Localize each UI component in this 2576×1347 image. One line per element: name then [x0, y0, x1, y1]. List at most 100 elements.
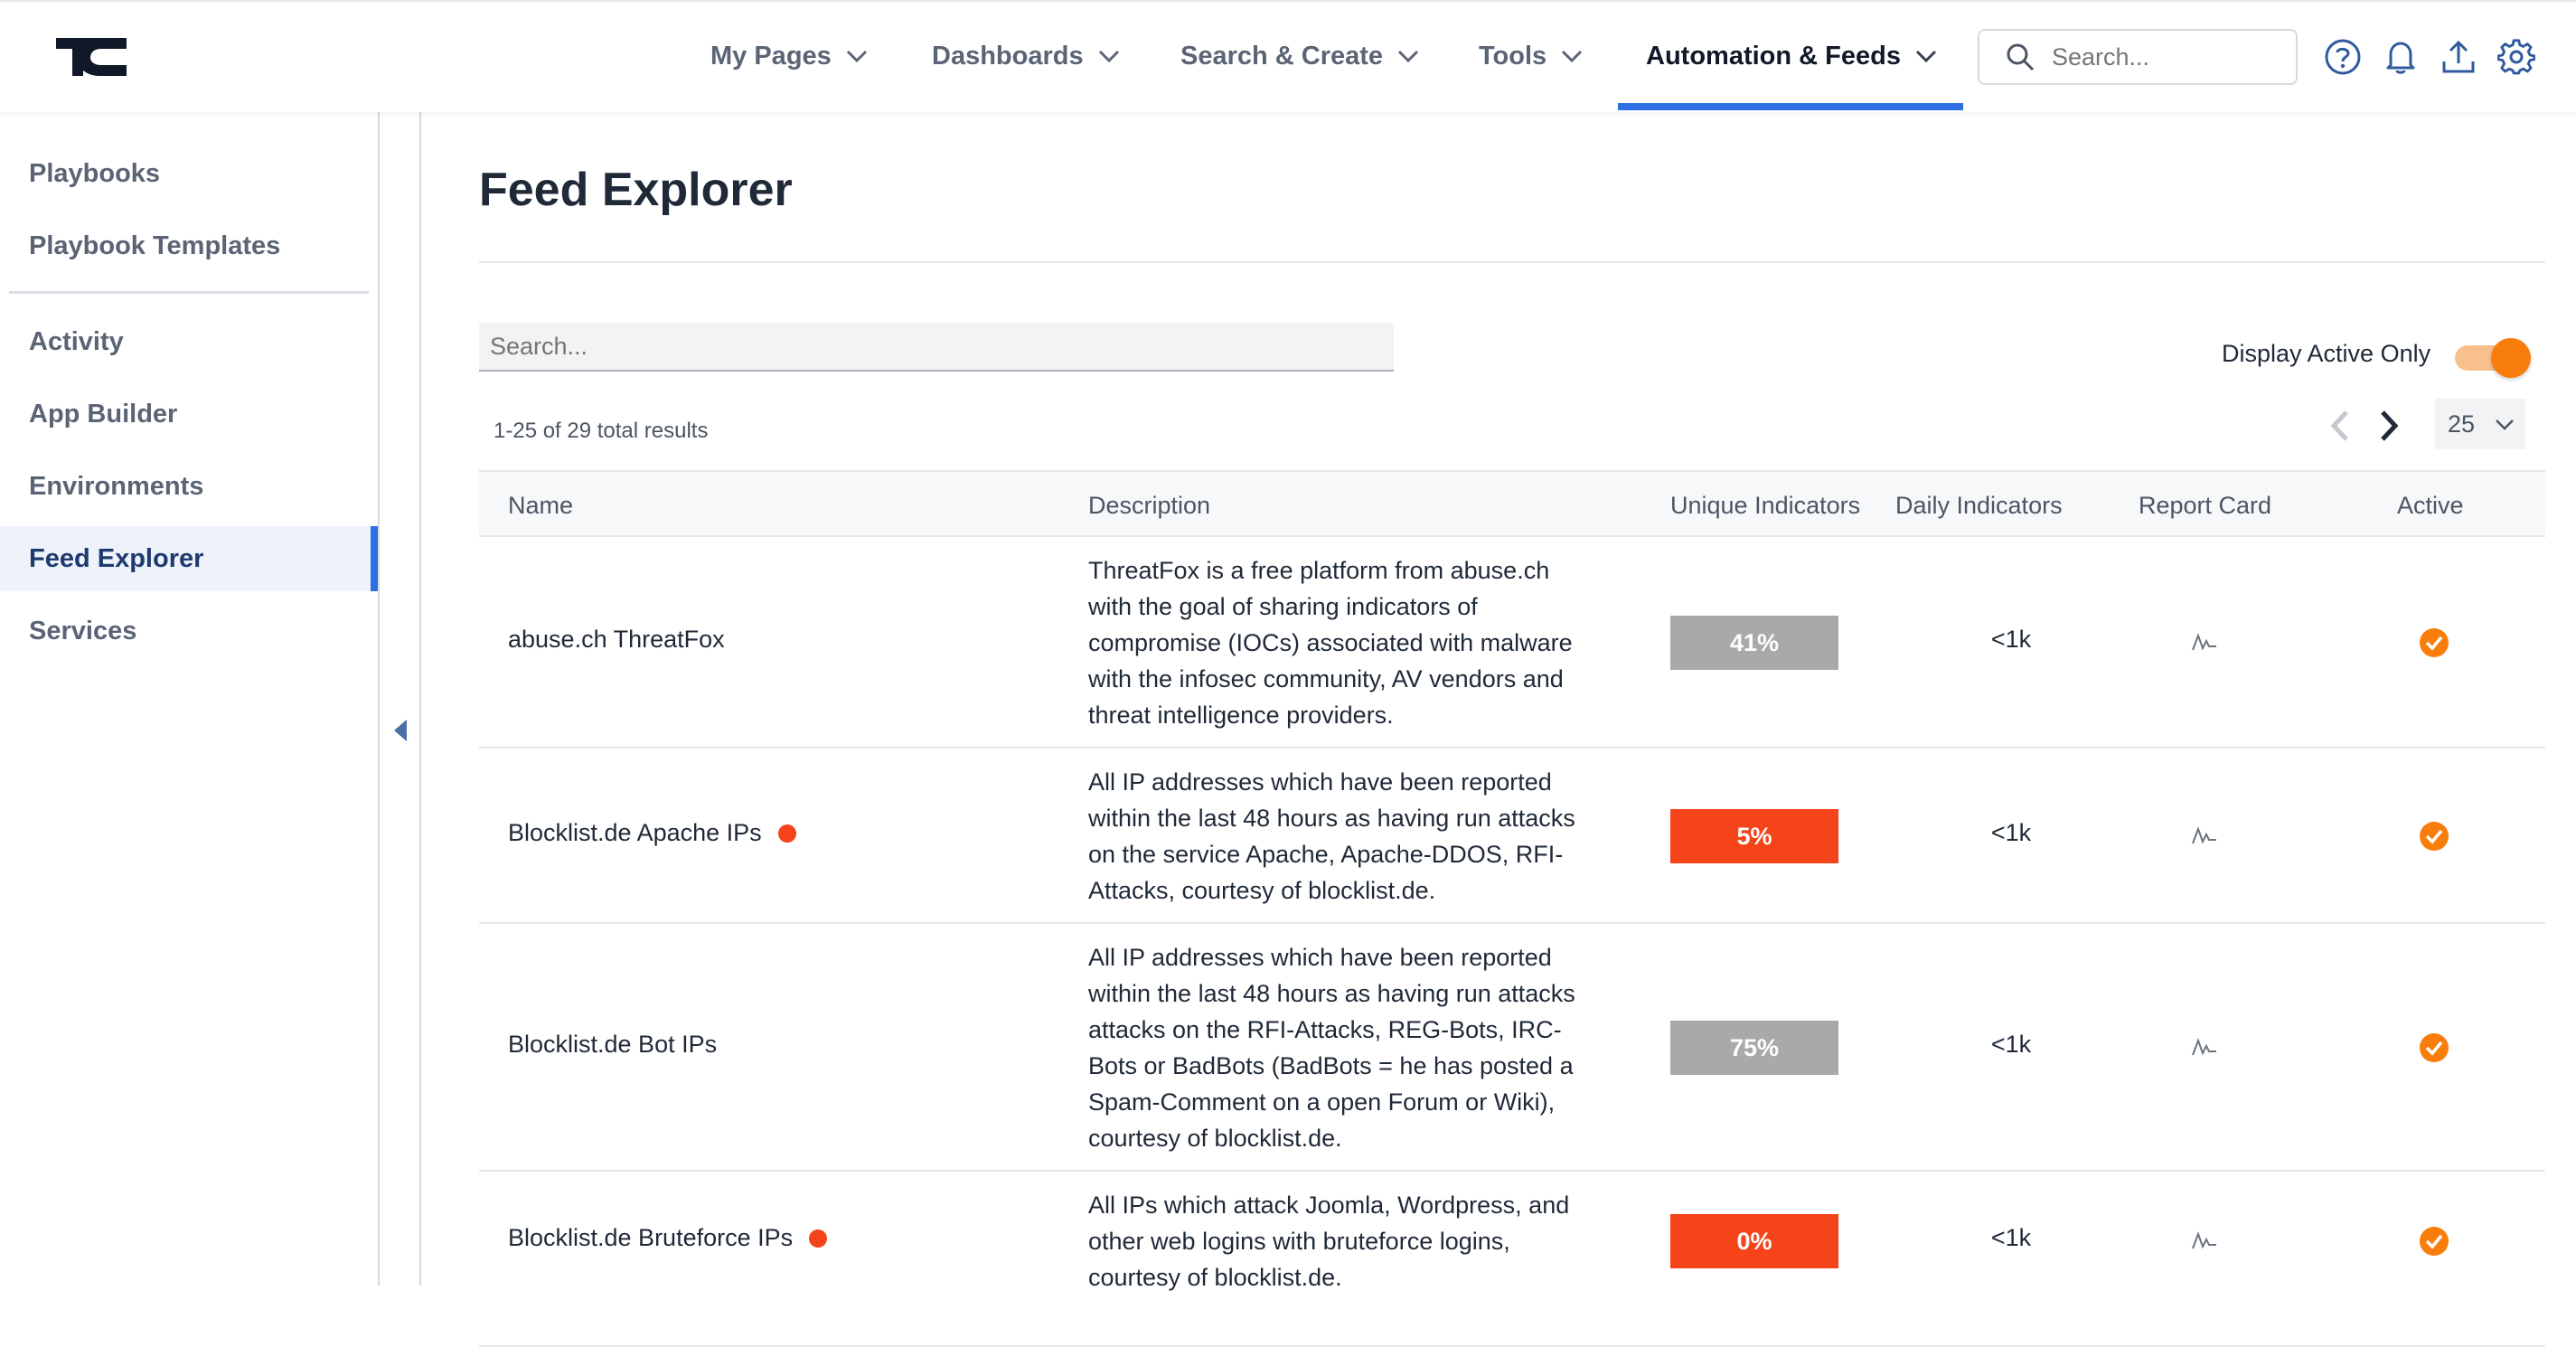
feed-name[interactable]: Blocklist.de Bruteforce IPs: [508, 1224, 828, 1252]
sidebar-item-services[interactable]: Services: [0, 598, 378, 664]
sidebar-item-label: Activity: [29, 326, 124, 356]
column-header-daily-indicators[interactable]: Daily Indicators: [1895, 492, 2063, 520]
bell-icon[interactable]: [2382, 38, 2420, 76]
status-dot-icon: [809, 1229, 828, 1248]
sidebar-item-label: Services: [29, 616, 137, 645]
feed-description: All IP addresses which have been reporte…: [1088, 939, 1594, 1156]
description-line: other web logins with bruteforce logins,: [1088, 1228, 1510, 1255]
nav-search-create[interactable]: Search & Create: [1180, 2, 1419, 110]
nav-tools[interactable]: Tools: [1479, 2, 1583, 110]
sidebar-collapse-rail: [378, 110, 421, 1286]
feed-name[interactable]: Blocklist.de Apache IPs: [508, 819, 796, 847]
description-line: with the goal of sharing indicators of: [1088, 593, 1478, 620]
chevron-down-icon: [2496, 419, 2514, 430]
daily-indicators-value: <1k: [1990, 1224, 2032, 1251]
help-icon[interactable]: [2324, 38, 2362, 76]
column-header-report-card[interactable]: Report Card: [2139, 492, 2271, 520]
upload-icon[interactable]: [2440, 38, 2477, 76]
table-row[interactable]: abuse.ch ThreatFox ThreatFox is a free p…: [479, 537, 2545, 749]
sidebar-item-label: Feed Explorer: [29, 543, 204, 573]
report-card-icon[interactable]: [2191, 1037, 2218, 1059]
chevron-down-icon: [846, 50, 867, 62]
unique-indicators-bar: 75%: [1670, 1021, 1838, 1075]
sidebar-item-environments[interactable]: Environments: [0, 454, 378, 519]
next-page-icon[interactable]: [2377, 409, 2402, 443]
report-card-icon[interactable]: [2191, 825, 2218, 847]
feed-name[interactable]: abuse.ch ThreatFox: [508, 626, 725, 654]
table-row[interactable]: Blocklist.de Bot IPs All IP addresses wh…: [479, 924, 2545, 1172]
chevron-down-icon: [1915, 50, 1937, 62]
chevron-down-icon: [1398, 50, 1419, 62]
threatconnect-logo[interactable]: [54, 34, 128, 80]
report-card-icon[interactable]: [2191, 1230, 2218, 1252]
column-header-unique-indicators[interactable]: Unique Indicators: [1670, 492, 1860, 520]
active-check-icon: [2420, 822, 2449, 851]
description-line: with the infosec community, AV vendors a…: [1088, 665, 1564, 692]
feed-name[interactable]: Blocklist.de Bot IPs: [508, 1031, 717, 1059]
sidebar: Playbooks Playbook Templates Activity Ap…: [0, 110, 378, 1286]
table-row[interactable]: Blocklist.de Apache IPs All IP addresses…: [479, 749, 2545, 924]
daily-indicators-value: <1k: [1990, 1031, 2032, 1058]
nav-my-pages-label: My Pages: [710, 41, 832, 71]
daily-indicators-value: <1k: [1990, 626, 2032, 653]
global-search-input[interactable]: [2050, 42, 2289, 72]
top-navigation-bar: My Pages Dashboards Search & Create Tool…: [0, 0, 2576, 112]
sidebar-item-feed-explorer[interactable]: Feed Explorer: [0, 526, 378, 591]
sidebar-item-playbooks[interactable]: Playbooks: [0, 141, 378, 206]
report-card-icon[interactable]: [2191, 632, 2218, 654]
previous-page-icon[interactable]: [2327, 409, 2352, 443]
feed-description: All IP addresses which have been reporte…: [1088, 764, 1594, 909]
feed-description: All IPs which attack Joomla, Wordpress, …: [1088, 1187, 1594, 1295]
description-line: ThreatFox is a free platform from abuse.…: [1088, 557, 1550, 584]
column-header-name[interactable]: Name: [508, 492, 573, 520]
column-header-active[interactable]: Active: [2397, 492, 2464, 520]
description-line: All IPs which attack Joomla, Wordpress, …: [1088, 1192, 1570, 1219]
sidebar-item-activity[interactable]: Activity: [0, 309, 378, 374]
chevron-down-icon: [1562, 50, 1583, 62]
table-row[interactable]: Blocklist.de Bruteforce IPs All IPs whic…: [479, 1172, 2545, 1347]
sidebar-item-label: Playbook Templates: [29, 231, 281, 260]
unique-indicators-bar: 0%: [1670, 1214, 1838, 1268]
sidebar-item-label: Playbooks: [29, 158, 161, 188]
feed-name-text: Blocklist.de Bot IPs: [508, 1031, 718, 1058]
feed-description: ThreatFox is a free platform from abuse.…: [1088, 552, 1594, 733]
display-active-only-toggle[interactable]: [2455, 338, 2533, 378]
sidebar-item-playbook-templates[interactable]: Playbook Templates: [0, 213, 378, 278]
status-dot-icon: [777, 824, 796, 843]
description-line: compromise (IOCs) associated with malwar…: [1088, 629, 1573, 656]
page-size-value: 25: [2448, 410, 2476, 438]
unique-indicators-bar: 41%: [1670, 616, 1838, 670]
description-line: Attacks, courtesy of blocklist.de.: [1088, 877, 1436, 904]
sidebar-item-label: Environments: [29, 471, 204, 501]
description-line: All IP addresses which have been reporte…: [1088, 768, 1552, 796]
feed-search-input[interactable]: [479, 323, 1394, 372]
description-line: on the service Apache, Apache-DDOS, RFI-: [1088, 841, 1564, 868]
active-tab-indicator: [1618, 103, 1963, 110]
search-icon: [2007, 43, 2035, 71]
description-line: threat intelligence providers.: [1088, 702, 1394, 729]
global-search-box[interactable]: [1978, 29, 2298, 85]
collapse-sidebar-icon[interactable]: [392, 718, 409, 743]
sidebar-item-app-builder[interactable]: App Builder: [0, 381, 378, 447]
page-size-select[interactable]: 25: [2435, 399, 2525, 449]
table-header: Name Description Unique Indicators Daily…: [479, 470, 2545, 537]
sidebar-item-label: App Builder: [29, 399, 178, 429]
nav-dashboards-label: Dashboards: [932, 41, 1084, 71]
title-divider: [479, 261, 2545, 263]
feed-name-text: abuse.ch ThreatFox: [508, 626, 725, 653]
active-check-icon: [2420, 628, 2449, 657]
gear-icon[interactable]: [2497, 38, 2535, 76]
feed-name-text: Blocklist.de Bruteforce IPs: [508, 1224, 794, 1251]
description-line: All IP addresses which have been reporte…: [1088, 944, 1552, 971]
description-line: attacks on the RFI-Attacks, REG-Bots, IR…: [1088, 1016, 1562, 1043]
description-line: Bots or BadBots (BadBots = he has posted…: [1088, 1052, 1574, 1079]
feed-name-text: Blocklist.de Apache IPs: [508, 819, 762, 846]
nav-dashboards[interactable]: Dashboards: [932, 2, 1120, 110]
column-header-description[interactable]: Description: [1088, 492, 1210, 520]
description-line: within the last 48 hours as having run a…: [1088, 805, 1575, 832]
sidebar-divider: [9, 291, 369, 294]
nav-automation-feeds[interactable]: Automation & Feeds: [1646, 2, 1937, 110]
active-check-icon: [2420, 1033, 2449, 1062]
display-active-only-label: Display Active Only: [2222, 340, 2431, 367]
nav-my-pages[interactable]: My Pages: [710, 2, 868, 110]
